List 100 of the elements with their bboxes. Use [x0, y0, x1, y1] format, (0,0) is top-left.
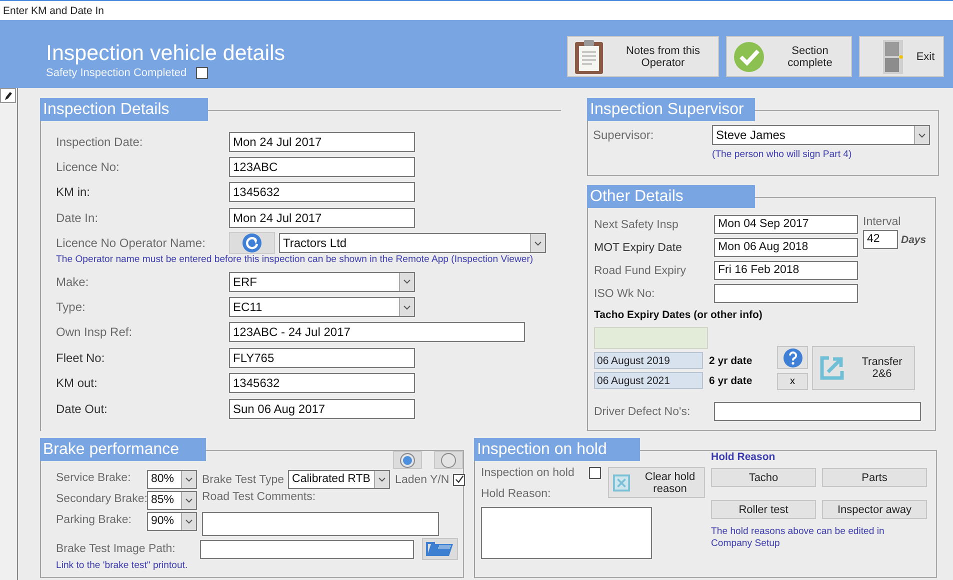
- field-label: ISO Wk No:: [594, 288, 656, 300]
- folder-icon: [425, 541, 455, 557]
- text-field[interactable]: Mon 24 Jul 2017: [229, 208, 415, 228]
- subheading: Tacho Expiry Dates (or other info): [594, 309, 764, 321]
- option-button[interactable]: [434, 451, 463, 469]
- dropdown-field[interactable]: Steve James: [712, 125, 930, 145]
- field-label: Brake Test Type: [202, 474, 284, 486]
- field-label: KM out:: [56, 376, 98, 390]
- dropdown-field[interactable]: ERF: [229, 272, 415, 292]
- reason-button[interactable]: Parts: [822, 468, 927, 487]
- dropdown-field[interactable]: 90%: [147, 512, 197, 531]
- checkbox-label: Laden Y/N: [395, 474, 450, 486]
- reason-button[interactable]: Tacho: [711, 468, 816, 487]
- window-title: Enter KM and Date In: [3, 4, 104, 16]
- text-field[interactable]: Mon 06 Aug 2018: [714, 238, 858, 257]
- section-title: Brake performance: [40, 438, 206, 461]
- info-note: The hold reasons above can be edited in Company Setup: [711, 526, 886, 550]
- field-label: Hold Reason:: [481, 488, 552, 500]
- field-label: Brake Test Image Path:: [56, 543, 176, 555]
- section-title: Inspection Supervisor: [587, 98, 755, 121]
- clear-button[interactable]: Clear hold reason: [608, 467, 705, 498]
- field-label: Parking Brake:: [56, 513, 132, 526]
- help-icon: [782, 348, 802, 368]
- clipboard-icon: [574, 38, 604, 74]
- text-field[interactable]: [714, 402, 921, 421]
- x-box-icon: [613, 474, 630, 492]
- record-selector[interactable]: [0, 88, 16, 103]
- field-label: Driver Defect No's:: [594, 406, 692, 418]
- reason-field[interactable]: [481, 507, 652, 559]
- field-label: Licence No Operator Name:: [56, 236, 206, 250]
- dropdown-field[interactable]: 80%: [147, 470, 197, 489]
- reason-button[interactable]: Roller test: [711, 500, 816, 519]
- dropdown-field[interactable]: Tractors Ltd: [279, 233, 546, 254]
- info-note: Link to the 'brake test" printout.: [55, 560, 189, 571]
- field-label: Type:: [56, 300, 86, 314]
- clear-button[interactable]: x: [777, 373, 808, 390]
- pencil-icon: [3, 90, 13, 100]
- chevron-down-icon: [378, 477, 386, 482]
- number-field[interactable]: 42: [863, 230, 898, 249]
- field-label: Service Brake:: [56, 471, 132, 484]
- text-field[interactable]: Sun 06 Aug 2017: [229, 398, 415, 419]
- toolbar-button[interactable]: Section complete: [726, 36, 852, 77]
- info-note: The Operator name must be entered before this inspection can be shown in the Remote App (Inspection Viewer): [56, 252, 534, 267]
- browse-button[interactable]: [422, 538, 458, 560]
- section-title: Other Details: [587, 185, 755, 208]
- field-label: Own Insp Ref:: [56, 325, 134, 340]
- text-field[interactable]: 123ABC: [229, 157, 415, 178]
- dropdown-field[interactable]: 85%: [147, 491, 197, 510]
- section-title: Inspection on hold: [474, 438, 640, 461]
- date-field[interactable]: 06 August 2019: [594, 352, 703, 369]
- text-field[interactable]: Fri 16 Feb 2018: [714, 261, 858, 280]
- external-link-icon: [819, 355, 845, 381]
- transfer-button[interactable]: Transfer 2&6: [812, 346, 915, 390]
- toolbar-button[interactable]: Exit: [859, 36, 944, 77]
- info-field[interactable]: [594, 327, 708, 349]
- reason-button[interactable]: Inspector away: [822, 500, 927, 519]
- field-label: Road Test Comments:: [202, 491, 316, 503]
- option-button[interactable]: [393, 451, 422, 469]
- field-label: MOT Expiry Date: [594, 242, 683, 254]
- field-label: Make:: [56, 274, 90, 289]
- chevron-down-icon: [534, 240, 542, 246]
- field-label: 2 yr date: [709, 354, 754, 366]
- text-field[interactable]: Mon 04 Sep 2017: [714, 215, 858, 234]
- dropdown-field[interactable]: EC11: [229, 297, 415, 318]
- text-field[interactable]: FLY765: [229, 348, 415, 368]
- field-label: 6 yr date: [709, 374, 754, 386]
- text-field[interactable]: Mon 24 Jul 2017: [229, 132, 415, 152]
- chevron-down-icon: [403, 279, 411, 284]
- refresh-icon: [242, 233, 262, 254]
- page-title: Inspection vehicle details: [46, 40, 286, 66]
- text-field[interactable]: [714, 284, 858, 303]
- comments-field[interactable]: [202, 512, 439, 536]
- text-field[interactable]: 123ABC - 24 Jul 2017: [229, 322, 525, 342]
- field-label: Road Fund Expiry: [594, 264, 688, 276]
- date-field[interactable]: 06 August 2021: [594, 372, 703, 389]
- info-note: (The person who will sign Part 4): [711, 148, 853, 160]
- field-label: Secondary Brake:: [56, 492, 147, 505]
- door-icon: [882, 38, 904, 74]
- checkbox[interactable]: [196, 67, 208, 79]
- chevron-down-icon: [403, 304, 411, 310]
- unit-label: Days: [901, 234, 926, 246]
- help-button[interactable]: [777, 346, 808, 369]
- section-title: Inspection Details: [40, 98, 208, 121]
- path-field[interactable]: [200, 540, 414, 558]
- text-field[interactable]: 1345632: [229, 182, 415, 202]
- refresh-button[interactable]: [229, 232, 275, 254]
- field-label: Interval: [863, 216, 901, 228]
- field-label: Inspection Date:: [56, 134, 144, 149]
- checkbox[interactable]: [589, 467, 601, 479]
- checkbox[interactable]: [453, 474, 466, 486]
- text-field[interactable]: 1345632: [229, 373, 415, 394]
- chevron-down-icon: [918, 132, 926, 138]
- field-label: KM in:: [56, 185, 92, 200]
- checkbox-label: Safety Inspection Completed: [46, 67, 187, 79]
- toolbar-button[interactable]: Notes from this Operator: [567, 36, 719, 77]
- field-label: Next Safety Insp: [594, 218, 680, 230]
- dropdown-field[interactable]: Calibrated RTB: [288, 470, 390, 489]
- checkbox-label: Inspection on hold: [481, 467, 574, 479]
- check-icon: [733, 40, 765, 72]
- field-label: Supervisor:: [593, 128, 655, 142]
